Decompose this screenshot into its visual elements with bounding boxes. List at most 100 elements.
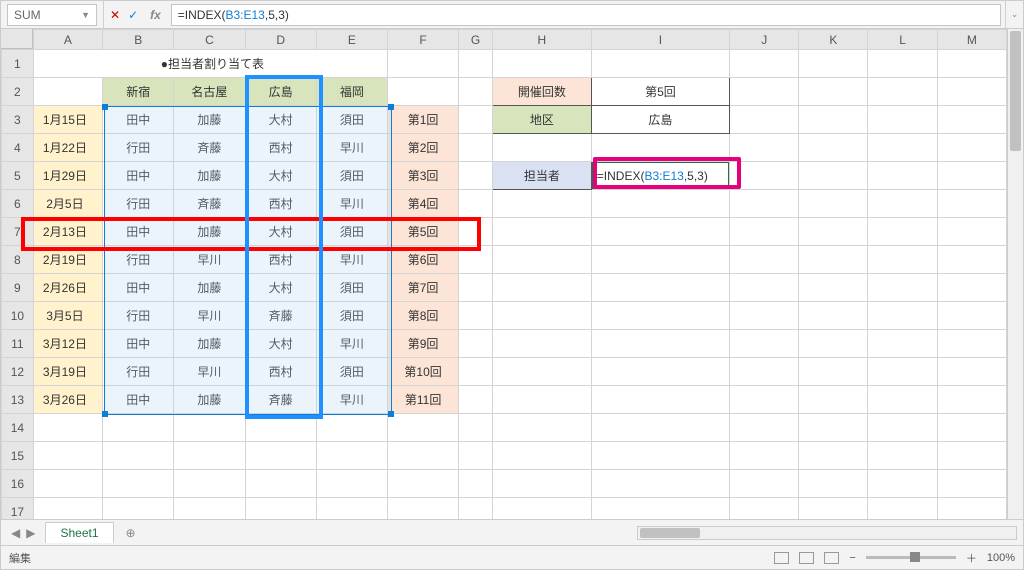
data-cell: 加藤 xyxy=(174,330,245,358)
round-cell: 第3回 xyxy=(387,162,458,190)
col-header[interactable]: M xyxy=(937,30,1006,50)
data-cell: 斉藤 xyxy=(245,386,316,414)
round-cell: 第5回 xyxy=(387,218,458,246)
sheet-area: A B C D E F G H I J K L M 1 ●担当者割り当て表 xyxy=(1,29,1023,519)
row-header[interactable]: 2 xyxy=(2,78,34,106)
tab-prev-icon[interactable]: ◀ xyxy=(11,526,20,540)
fx-icon[interactable]: fx xyxy=(146,8,165,22)
data-cell: 行田 xyxy=(103,302,174,330)
round-cell: 第8回 xyxy=(387,302,458,330)
col-header[interactable]: I xyxy=(591,30,729,50)
formula-input[interactable]: =INDEX(B3:E13,5,3) xyxy=(171,4,1001,26)
round-cell: 第6回 xyxy=(387,246,458,274)
row-header[interactable]: 9 xyxy=(2,274,34,302)
round-cell: 第1回 xyxy=(387,106,458,134)
date-cell: 3月12日 xyxy=(33,330,102,358)
name-box[interactable]: SUM ▼ xyxy=(7,4,97,26)
vertical-scrollbar[interactable] xyxy=(1007,29,1023,519)
row-header[interactable]: 15 xyxy=(2,442,34,470)
row-header[interactable]: 11 xyxy=(2,330,34,358)
date-cell: 2月5日 xyxy=(33,190,102,218)
view-pagelayout-icon[interactable] xyxy=(799,552,814,564)
round-cell: 第9回 xyxy=(387,330,458,358)
date-cell: 2月26日 xyxy=(33,274,102,302)
row-header[interactable]: 4 xyxy=(2,134,34,162)
row-header[interactable]: 3 xyxy=(2,106,34,134)
col-header[interactable]: K xyxy=(799,30,868,50)
col-header[interactable]: C xyxy=(174,30,245,50)
zoom-value[interactable]: 100% xyxy=(987,552,1015,564)
row-header[interactable]: 10 xyxy=(2,302,34,330)
horizontal-scrollbar[interactable] xyxy=(637,526,1017,540)
data-cell: 加藤 xyxy=(174,274,245,302)
round-cell: 第10回 xyxy=(387,358,458,386)
data-cell: 西村 xyxy=(245,358,316,386)
col-header[interactable]: B xyxy=(103,30,174,50)
column-header-row: A B C D E F G H I J K L M xyxy=(2,30,1007,50)
data-cell: 田中 xyxy=(103,162,174,190)
row-header[interactable]: 6 xyxy=(2,190,34,218)
col-header[interactable]: G xyxy=(459,30,493,50)
data-cell: 早川 xyxy=(316,246,387,274)
row-header[interactable]: 16 xyxy=(2,470,34,498)
data-cell: 田中 xyxy=(103,218,174,246)
round-cell: 第11回 xyxy=(387,386,458,414)
col-header[interactable]: D xyxy=(245,30,316,50)
data-cell: 行田 xyxy=(103,246,174,274)
cancel-icon[interactable]: ✕ xyxy=(110,8,120,22)
select-all-corner[interactable] xyxy=(1,29,33,49)
grid[interactable]: A B C D E F G H I J K L M 1 ●担当者割り当て表 xyxy=(1,29,1007,519)
sheet-tab[interactable]: Sheet1 xyxy=(45,522,113,543)
data-cell: 早川 xyxy=(316,190,387,218)
date-cell: 1月29日 xyxy=(33,162,102,190)
row-header[interactable]: 8 xyxy=(2,246,34,274)
row-header[interactable]: 1 xyxy=(2,50,34,78)
col-header[interactable]: E xyxy=(316,30,387,50)
cell-formula-prefix: =INDEX( xyxy=(597,169,645,183)
data-cell: 須田 xyxy=(316,218,387,246)
data-cell: 西村 xyxy=(245,190,316,218)
row-header[interactable]: 13 xyxy=(2,386,34,414)
col-header[interactable]: F xyxy=(387,30,458,50)
row-header[interactable]: 14 xyxy=(2,414,34,442)
data-cell: 田中 xyxy=(103,330,174,358)
spreadsheet-app: SUM ▼ ✕ ✓ fx =INDEX(B3:E13,5,3) ⌄ A B xyxy=(0,0,1024,570)
expand-formula-icon[interactable]: ⌄ xyxy=(1005,1,1023,28)
formula-bar: SUM ▼ ✕ ✓ fx =INDEX(B3:E13,5,3) ⌄ xyxy=(1,1,1023,29)
confirm-icon[interactable]: ✓ xyxy=(128,8,138,22)
round-cell: 第7回 xyxy=(387,274,458,302)
view-normal-icon[interactable] xyxy=(774,552,789,564)
data-cell: 斉藤 xyxy=(174,190,245,218)
row-header[interactable]: 5 xyxy=(2,162,34,190)
cell-formula-suffix: ,5,3) xyxy=(684,169,708,183)
data-cell: 須田 xyxy=(316,162,387,190)
tab-next-icon[interactable]: ▶ xyxy=(26,526,35,540)
data-cell: 田中 xyxy=(103,274,174,302)
row-header[interactable]: 12 xyxy=(2,358,34,386)
col-header[interactable]: L xyxy=(868,30,937,50)
data-cell: 加藤 xyxy=(174,386,245,414)
zoom-in-icon[interactable]: ＋ xyxy=(966,550,977,566)
data-cell: 行田 xyxy=(103,134,174,162)
scroll-thumb[interactable] xyxy=(1010,31,1021,151)
name-box-value: SUM xyxy=(14,8,41,22)
view-pagebreak-icon[interactable] xyxy=(824,552,839,564)
scroll-thumb[interactable] xyxy=(640,528,700,538)
data-cell: 須田 xyxy=(316,302,387,330)
round-cell: 第2回 xyxy=(387,134,458,162)
zoom-slider[interactable] xyxy=(866,556,956,559)
data-cell: 行田 xyxy=(103,190,174,218)
col-header[interactable]: H xyxy=(492,30,591,50)
col-header[interactable]: J xyxy=(730,30,799,50)
add-sheet-icon[interactable]: ⊕ xyxy=(120,526,142,540)
zoom-knob[interactable] xyxy=(910,552,920,562)
date-cell: 1月22日 xyxy=(33,134,102,162)
active-cell[interactable]: =INDEX(B3:E13,5,3) xyxy=(592,162,729,189)
row-header[interactable]: 7 xyxy=(2,218,34,246)
data-cell: 田中 xyxy=(103,386,174,414)
zoom-out-icon[interactable]: − xyxy=(849,552,855,564)
chevron-down-icon[interactable]: ▼ xyxy=(81,10,90,20)
row-header[interactable]: 17 xyxy=(2,498,34,520)
data-cell: 加藤 xyxy=(174,162,245,190)
col-header[interactable]: A xyxy=(33,30,102,50)
